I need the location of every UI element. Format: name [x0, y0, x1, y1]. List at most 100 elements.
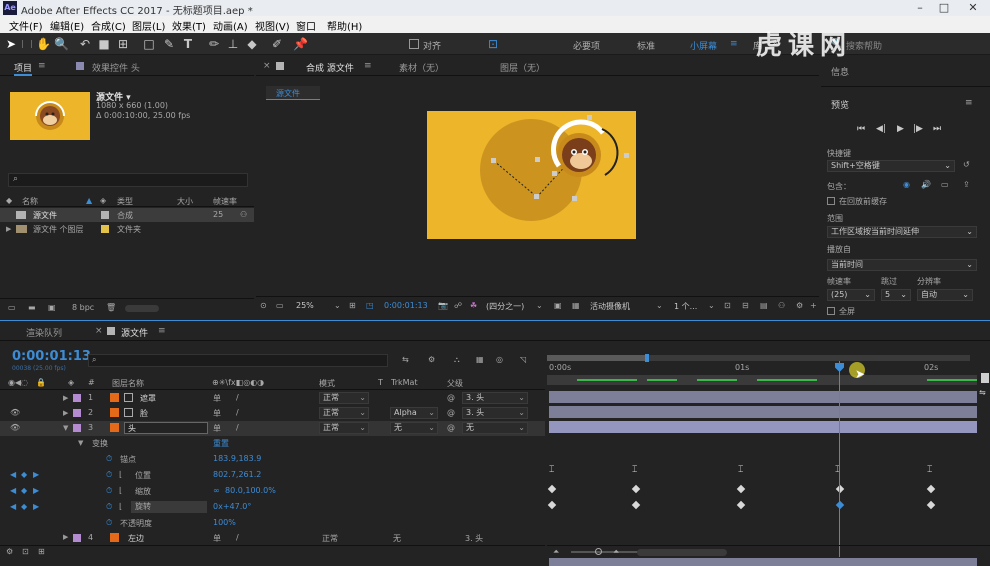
layer-label-swatch[interactable] — [73, 424, 81, 432]
resolution-dropdown-icon[interactable]: ⌄ — [536, 301, 543, 310]
layer-duration-bar[interactable] — [549, 406, 977, 418]
column-trkmat[interactable]: TrkMat — [391, 378, 418, 387]
column-t[interactable]: T — [378, 378, 383, 387]
cache-checkbox[interactable] — [827, 197, 835, 205]
property-row[interactable]: ⏱ 不透明度 100% — [0, 516, 545, 531]
workspace-standard[interactable]: 标准 — [637, 39, 655, 52]
transform-group-row[interactable]: ▼ 变换 重置 — [0, 436, 545, 451]
layer-trkmat-value[interactable]: 无 — [393, 533, 401, 544]
zoom-tool-icon[interactable]: 🔍 — [54, 37, 69, 51]
mask-visibility-icon[interactable]: ◳ — [366, 301, 374, 310]
layer-label-swatch[interactable] — [73, 394, 81, 402]
stopwatch-icon[interactable]: ⏱ — [106, 486, 112, 496]
toggle-modes-icon[interactable]: ⊡ — [22, 547, 29, 556]
comp-menu-icon[interactable]: ≡ — [364, 61, 372, 71]
property-value[interactable]: 100% — [213, 518, 236, 527]
next-keyframe-icon[interactable]: ▶ — [33, 486, 39, 495]
keyframe-marker[interactable] — [631, 484, 641, 494]
add-keyframe-icon[interactable]: ◆ — [21, 502, 27, 511]
stopwatch-icon[interactable]: ⏱ — [106, 454, 112, 464]
motion-blur-icon[interactable]: ◎ — [496, 355, 503, 364]
add-keyframe-icon[interactable]: ◆ — [21, 486, 27, 495]
next-frame-icon[interactable]: |▶ — [913, 124, 923, 134]
property-value[interactable]: 80.0,100.0% — [225, 486, 276, 495]
export-icon[interactable]: ⇪ — [963, 180, 970, 189]
play-from-select[interactable]: 当前时间 ⌄ — [827, 259, 977, 271]
shy-switch-icon[interactable]: 单 — [213, 408, 221, 419]
zoom-out-icon[interactable]: ⏶ — [553, 547, 559, 557]
reset-transform-link[interactable]: 重置 — [213, 438, 229, 449]
exposure-value[interactable]: + — [810, 301, 817, 310]
project-menu-icon[interactable]: ≡ — [38, 61, 46, 71]
layer-name[interactable]: 脸 — [140, 408, 148, 419]
snap-checkbox[interactable] — [409, 39, 419, 49]
keyframe-marker[interactable] — [736, 500, 746, 510]
keyframe-marker[interactable] — [926, 500, 936, 510]
layer-label-swatch[interactable] — [73, 409, 81, 417]
brush-tool-icon[interactable]: ✏ — [207, 37, 221, 51]
layer-parent-value[interactable]: 3. 头 — [465, 533, 483, 544]
prev-keyframe-icon[interactable]: ◀ — [10, 470, 16, 479]
shy-switch-icon[interactable]: 单 — [213, 423, 221, 434]
project-search-input[interactable]: ⌕ — [8, 173, 248, 187]
expand-triangle-icon[interactable]: ▶ — [63, 533, 68, 541]
next-keyframe-icon[interactable]: ▶ — [33, 470, 39, 479]
work-area-navigator[interactable] — [547, 354, 970, 362]
stopwatch-icon[interactable]: ⏱ — [106, 518, 112, 528]
column-name[interactable]: 名称 — [22, 196, 38, 207]
reset-exposure-icon[interactable]: ⚙ — [796, 301, 803, 310]
layer-duration-bar[interactable] — [549, 421, 977, 433]
preview-menu-icon[interactable]: ≡ — [965, 98, 973, 108]
keyframe-marker[interactable] — [631, 500, 641, 510]
pick-whip-icon[interactable]: @ — [447, 408, 455, 417]
timeline-timecode[interactable]: 0:00:01:13 — [12, 349, 91, 364]
include-video-icon[interactable]: ◉ — [903, 180, 910, 189]
always-preview-icon[interactable]: ⊙ — [260, 301, 267, 310]
range-select[interactable]: 工作区域按当前时间延伸 ⌄ — [827, 226, 977, 238]
preview-tab[interactable]: 预览 — [831, 98, 849, 111]
time-ruler[interactable]: 0:00s 01s 02s — [547, 363, 990, 375]
region-interest-icon[interactable]: ▣ — [554, 301, 562, 310]
label-column-icon[interactable]: ◆ — [6, 196, 12, 205]
keyframe-marker[interactable]: ⌶ — [632, 466, 639, 475]
label-swatch[interactable] — [101, 211, 109, 219]
keyframe-marker[interactable] — [926, 484, 936, 494]
expand-triangle-icon[interactable]: ▶ — [63, 394, 68, 402]
visibility-eye-icon[interactable]: 👁 — [10, 408, 20, 417]
play-icon[interactable]: ▶ — [897, 124, 904, 134]
zoom-in-icon[interactable]: ⏶ — [613, 547, 619, 557]
keyframe-marker[interactable] — [547, 484, 557, 494]
playhead-line[interactable] — [839, 361, 840, 557]
layer-mode-select[interactable]: 正常 ⌄ — [319, 422, 369, 434]
layer-parent-select[interactable]: 3. 头 ⌄ — [462, 392, 528, 404]
column-layer-name[interactable]: 图层名称 — [112, 378, 144, 389]
first-frame-icon[interactable]: ⏮ — [857, 124, 865, 134]
camera-tool-icon[interactable]: ■ — [97, 37, 111, 51]
property-row[interactable]: ⏱ 锚点 183.9,183.9 — [0, 452, 545, 467]
graph-icon[interactable]: ⌊ — [119, 502, 122, 511]
current-time-display[interactable]: 0:00:01:13 — [384, 301, 428, 310]
tab-render-queue[interactable]: 渲染队列 — [26, 326, 62, 339]
quality-switch-icon[interactable]: / — [236, 408, 239, 417]
prev-keyframe-icon[interactable]: ◀ — [10, 502, 16, 511]
layer-parent-select[interactable]: 3. 头 ⌄ — [462, 407, 528, 419]
composition-canvas[interactable] — [427, 111, 636, 239]
fast-preview-icon[interactable]: ⊟ — [742, 301, 749, 310]
graph-editor-icon[interactable]: ◹ — [520, 355, 526, 364]
property-value[interactable]: 802.7,261.2 — [213, 470, 261, 479]
show-snapshot-icon[interactable]: ☍ — [454, 301, 462, 310]
tab-project[interactable]: 项目 — [14, 61, 33, 76]
delete-icon[interactable]: 🗑 — [106, 303, 116, 312]
workspace-small-screen[interactable]: 小屏幕 — [690, 39, 717, 52]
expand-triangle-icon[interactable]: ▶ — [63, 409, 68, 417]
keyframe-marker[interactable] — [835, 500, 845, 510]
table-row[interactable]: ▶ 1 遮罩 单 / 正常 ⌄ @ 3. 头 ⌄ — [0, 391, 545, 406]
hand-tool-icon[interactable]: ✋ — [36, 37, 51, 51]
toggle-in-out-icon[interactable]: ⊞ — [38, 547, 45, 556]
constrain-proportions-icon[interactable]: ∞ — [213, 486, 220, 495]
table-row[interactable]: ▶ 4 左边 单 / 正常 无 3. 头 — [0, 532, 545, 544]
column-fps[interactable]: 帧速率 — [213, 196, 237, 207]
lock-column-icon[interactable]: 🔒 — [36, 378, 46, 387]
menu-effect[interactable]: 效果(T) — [172, 18, 206, 33]
fullscreen-checkbox[interactable] — [827, 307, 835, 315]
